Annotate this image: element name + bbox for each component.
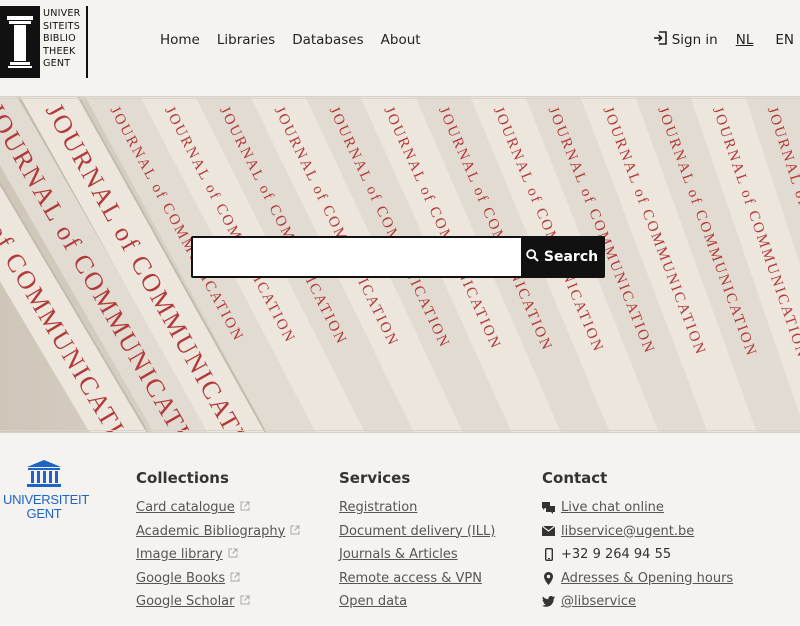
map-marker-icon: [542, 571, 555, 585]
footer-link-label[interactable]: Google Scholar: [136, 590, 235, 614]
services-heading: Services: [339, 469, 411, 487]
contact-heading: Contact: [542, 469, 608, 487]
nav-databases[interactable]: Databases: [292, 32, 363, 48]
account-nav: Sign in NL EN: [653, 31, 794, 49]
footer-link-label[interactable]: Open data: [339, 590, 407, 614]
chat-icon: [542, 501, 555, 514]
footer-link-google-books[interactable]: Google Books: [136, 567, 300, 591]
nav-libraries[interactable]: Libraries: [217, 32, 275, 48]
ugent-logo-line2: GENT: [26, 506, 62, 521]
contact-item-label: +32 9 264 94 55: [561, 547, 672, 562]
contact-item-adresses-opening-hours[interactable]: Adresses & Opening hours: [542, 567, 733, 591]
contact-column: Contact Live chat online libservice@ugent…: [542, 469, 733, 614]
ugent-logo[interactable]: UNIVERSITEIT GENT: [3, 460, 89, 521]
footer-link-label[interactable]: Card catalogue: [136, 496, 235, 520]
footer-link-image-library[interactable]: Image library: [136, 543, 300, 567]
nav-about[interactable]: About: [381, 32, 421, 48]
hero-banner: JOURNAL of COMMUNICATION JOURNAL of COMMU…: [0, 96, 800, 433]
external-link-icon: [290, 520, 300, 544]
sign-in-link[interactable]: Sign in: [653, 31, 718, 49]
site-footer: UNIVERSITEIT GENT Collections Card catal…: [0, 433, 800, 626]
collections-column: Collections Card catalogue Academic Bibli…: [136, 469, 300, 614]
envelope-icon: [542, 526, 555, 537]
footer-link-journals-articles[interactable]: Journals & Articles: [339, 543, 495, 567]
footer-link-registration[interactable]: Registration: [339, 496, 495, 520]
footer-link-open-data[interactable]: Open data: [339, 590, 495, 614]
external-link-icon: [230, 567, 240, 591]
pillar-icon: [0, 6, 40, 78]
footer-link-label[interactable]: Image library: [136, 543, 223, 567]
footer-link-google-scholar[interactable]: Google Scholar: [136, 590, 300, 614]
university-building-icon: [27, 460, 61, 487]
footer-link-label[interactable]: Academic Bibliography: [136, 520, 285, 544]
contact-item-label[interactable]: @libservice: [561, 590, 636, 614]
contact-item-live-chat-online[interactable]: Live chat online: [542, 496, 733, 520]
logo-wordmark: UNIVER SITEITS BIBLIO THEEK GENT: [40, 6, 88, 78]
hero-top-border: [0, 96, 800, 99]
footer-link-label[interactable]: Registration: [339, 496, 417, 520]
lang-en[interactable]: EN: [775, 32, 794, 48]
contact-item-label[interactable]: Live chat online: [561, 496, 664, 520]
search-button-label: Search: [543, 249, 599, 265]
footer-link-remote-access-vpn[interactable]: Remote access & VPN: [339, 567, 495, 591]
footer-link-document-delivery-ill[interactable]: Document delivery (ILL): [339, 520, 495, 544]
external-link-icon: [240, 590, 250, 614]
library-logo[interactable]: UNIVER SITEITS BIBLIO THEEK GENT: [0, 6, 88, 78]
search-input[interactable]: [193, 238, 521, 276]
contact-item-label[interactable]: Adresses & Opening hours: [561, 567, 733, 591]
collections-heading: Collections: [136, 469, 229, 487]
contact-item-libservice[interactable]: @libservice: [542, 590, 733, 614]
footer-link-card-catalogue[interactable]: Card catalogue: [136, 496, 300, 520]
footer-link-label[interactable]: Document delivery (ILL): [339, 520, 495, 544]
search-form: Search: [191, 236, 605, 278]
external-link-icon: [240, 496, 250, 520]
lang-nl[interactable]: NL: [736, 32, 754, 48]
site-header: UNIVER SITEITS BIBLIO THEEK GENT Home Li…: [0, 0, 800, 96]
twitter-icon: [542, 596, 555, 608]
search-icon: [526, 248, 544, 266]
footer-link-label[interactable]: Remote access & VPN: [339, 567, 482, 591]
main-nav: Home Libraries Databases About: [160, 32, 438, 48]
contact-item-libservice-ugent-be[interactable]: libservice@ugent.be: [542, 520, 733, 544]
contact-item-label[interactable]: libservice@ugent.be: [561, 520, 694, 544]
phone-icon: [542, 548, 555, 562]
footer-link-label[interactable]: Google Books: [136, 567, 225, 591]
external-link-icon: [228, 543, 238, 567]
footer-link-academic-bibliography[interactable]: Academic Bibliography: [136, 520, 300, 544]
search-button[interactable]: Search: [521, 238, 603, 276]
sign-in-label: Sign in: [671, 32, 718, 48]
sign-in-icon: [653, 31, 672, 49]
footer-link-label[interactable]: Journals & Articles: [339, 543, 458, 567]
ugent-logo-line1: UNIVERSITEIT: [3, 492, 89, 507]
nav-home[interactable]: Home: [160, 32, 200, 48]
contact-item-32-9-264-94-55: +32 9 264 94 55: [542, 543, 733, 567]
services-column: Services Registration Document delivery (…: [339, 469, 495, 614]
